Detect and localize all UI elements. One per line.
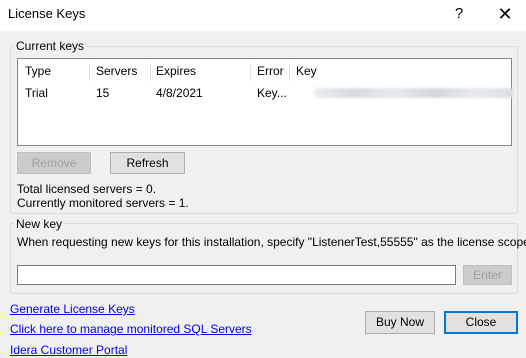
- table-row[interactable]: Trial 15 4/8/2021 Key...: [18, 83, 514, 103]
- column-header-expires[interactable]: Expires: [156, 64, 196, 78]
- buy-now-button[interactable]: Buy Now: [365, 311, 435, 334]
- row-expires: 4/8/2021: [156, 86, 203, 100]
- redacted-key-value: [314, 88, 514, 98]
- title-bar: License Keys ? ✕: [0, 0, 526, 31]
- generate-license-keys-link[interactable]: Generate License Keys: [10, 302, 135, 316]
- manage-sql-servers-link[interactable]: Click here to manage monitored SQL Serve…: [10, 322, 252, 336]
- total-licensed-text: Total licensed servers = 0.: [17, 182, 157, 196]
- column-header-type[interactable]: Type: [25, 64, 51, 78]
- close-button[interactable]: Close: [444, 311, 518, 334]
- close-icon[interactable]: ✕: [492, 3, 518, 25]
- license-key-input[interactable]: [17, 265, 456, 285]
- row-servers: 15: [96, 86, 110, 100]
- row-error: Key...: [257, 86, 287, 100]
- help-icon[interactable]: ?: [448, 3, 470, 25]
- new-key-group-label: New key: [14, 217, 65, 231]
- remove-button[interactable]: Remove: [17, 152, 91, 174]
- column-header-error[interactable]: Error: [257, 64, 284, 78]
- customer-portal-link[interactable]: Idera Customer Portal: [10, 343, 127, 357]
- enter-button[interactable]: Enter: [463, 265, 512, 285]
- window-title: License Keys: [8, 6, 86, 21]
- refresh-button[interactable]: Refresh: [110, 152, 185, 174]
- new-key-instruction: When requesting new keys for this instal…: [17, 235, 526, 249]
- current-keys-group-label: Current keys: [14, 39, 87, 53]
- currently-monitored-text: Currently monitored servers = 1.: [17, 196, 189, 210]
- license-keys-list[interactable]: Type Servers Expires Error Key Trial 15 …: [17, 58, 514, 146]
- column-header-servers[interactable]: Servers: [96, 64, 137, 78]
- row-type: Trial: [25, 86, 48, 100]
- list-header: Type Servers Expires Error Key: [18, 61, 511, 81]
- column-header-key[interactable]: Key: [296, 64, 317, 78]
